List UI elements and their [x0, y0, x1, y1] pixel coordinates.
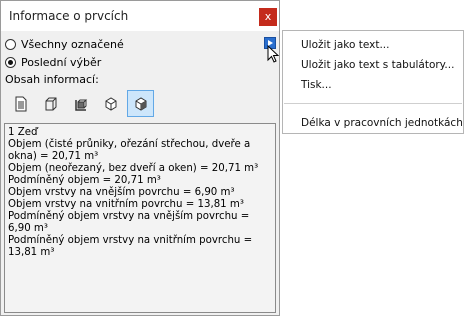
radio-all-label: Všechny označené	[21, 37, 124, 51]
box-icon	[105, 96, 116, 111]
info-line: Objem (čisté průniky, ořezání střechou, …	[8, 139, 251, 150]
info-line: okna) = 20,71 m³	[8, 151, 99, 162]
wall-layers-button[interactable]	[67, 90, 94, 117]
info-line: 13,81 m³	[8, 247, 55, 258]
radio-last-indicator[interactable]	[5, 56, 16, 68]
info-line: Podmíněný objem vrstvy na vnějším povrch…	[8, 211, 250, 222]
close-icon: x	[264, 10, 272, 23]
wall-outline-icon	[45, 97, 56, 110]
info-content-toolbar	[7, 90, 154, 118]
options-context-menu: Uložit jako text... Uložit jako text s t…	[282, 30, 464, 134]
wall-outline-button[interactable]	[37, 90, 64, 117]
info-line: 6,90 m³	[8, 223, 48, 234]
radio-all-selected[interactable]: Všechny označené	[5, 36, 124, 52]
menu-item-length-units[interactable]: Délka v pracovních jednotkách	[301, 117, 463, 129]
element-info-dialog: Informace o prvcích x Všechny označené P…	[0, 0, 280, 316]
menu-item-print[interactable]: Tisk...	[301, 79, 332, 91]
info-line: Podmíněný objem = 20,71 m³	[8, 175, 161, 186]
radio-last-label: Poslední výběr	[21, 55, 102, 69]
close-button[interactable]: x	[259, 8, 277, 26]
box-layered-icon	[135, 96, 146, 111]
wall-layers-icon	[74, 99, 87, 111]
menu-separator	[284, 103, 462, 104]
radio-all-indicator[interactable]	[5, 38, 16, 50]
info-line: Objem vrstvy na vnějším povrchu = 6,90 m…	[8, 187, 235, 198]
info-line: Podmíněný objem vrstvy na vnitřním povrc…	[8, 235, 253, 246]
mouse-cursor-icon	[267, 45, 279, 63]
menu-item-save-text[interactable]: Uložit jako text...	[301, 39, 389, 51]
content-label: Obsah informací:	[5, 73, 99, 86]
box-layered-button[interactable]	[127, 90, 154, 117]
dialog-title: Informace o prvcích	[9, 9, 129, 23]
document-info-button[interactable]	[7, 90, 34, 117]
info-line: Objem (neořezaný, bez dveří a oken) = 20…	[8, 163, 259, 174]
info-content-area[interactable]: 1 Zeď Objem (čisté průniky, ořezání stře…	[4, 123, 276, 313]
menu-item-save-text-tabs[interactable]: Uložit jako text s tabulátory...	[301, 59, 454, 71]
box-volume-button[interactable]	[97, 90, 124, 117]
title-bar[interactable]: Informace o prvcích x	[1, 1, 279, 31]
info-line: 1 Zeď	[8, 127, 38, 138]
document-icon	[15, 96, 26, 111]
info-line: Objem vrstvy na vnitřním povrchu = 13,81…	[8, 199, 244, 210]
radio-last-selection[interactable]: Poslední výběr	[5, 54, 101, 70]
